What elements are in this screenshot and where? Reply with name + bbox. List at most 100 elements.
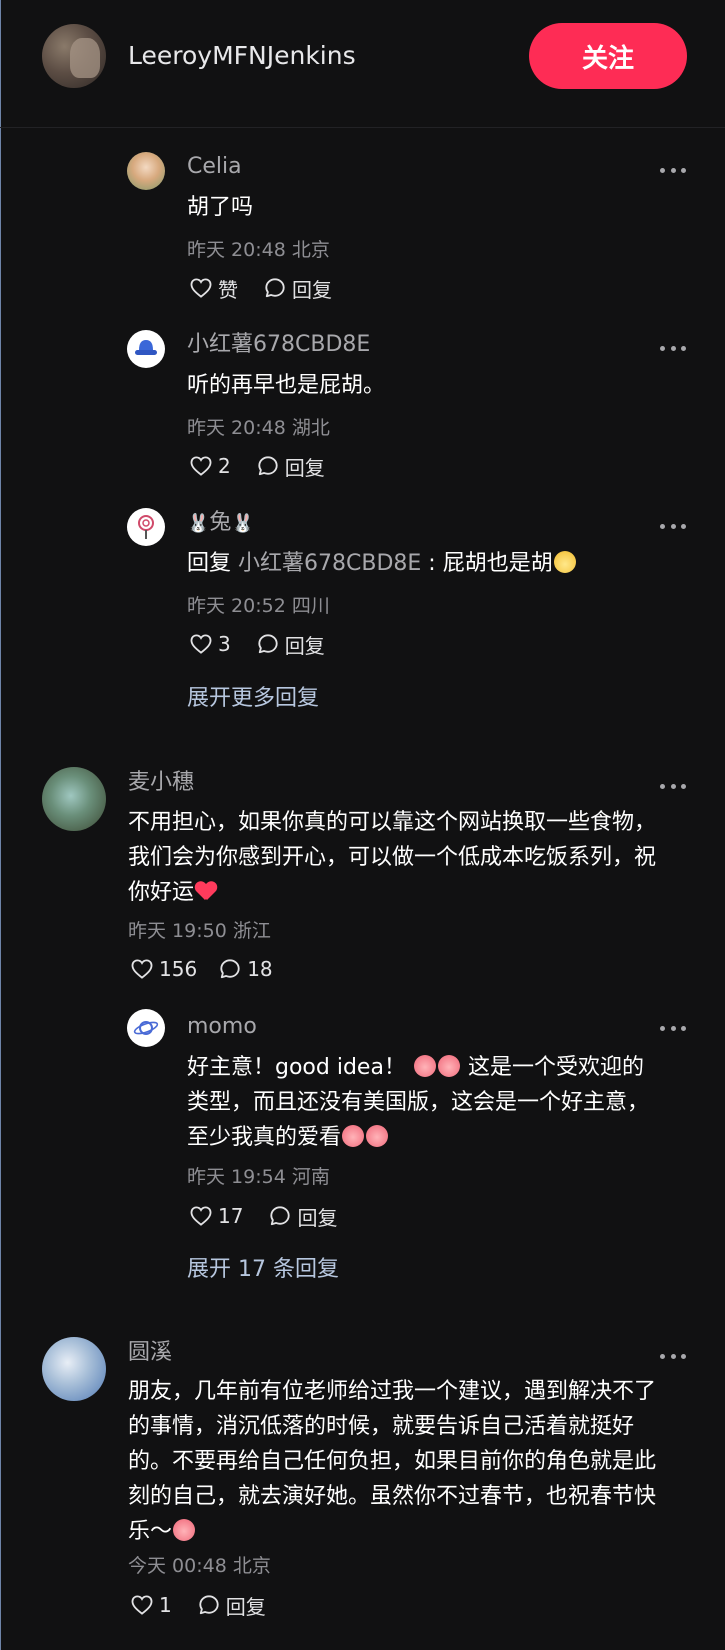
- reply-body: : 屁胡也是胡: [421, 551, 553, 576]
- commenter-name[interactable]: 麦小穗: [128, 768, 194, 798]
- comment-text-line: 乐～: [128, 1514, 656, 1549]
- comment-actions: 17 回复: [190, 1201, 363, 1231]
- comment-timestamp-location: 昨天 20:48 湖北: [187, 417, 330, 439]
- comment-text: 朋友，几年前有位老师给过我一个建议，遇到解决不了 的事情，消沉低落的时候，就要告…: [128, 1374, 656, 1549]
- commenter-name[interactable]: 小红薯678CBD8E: [187, 330, 370, 360]
- comment-text: 不用担心，如果你真的可以靠这个网站换取一些食物， 我们会为你感到开心，可以做一个…: [128, 805, 656, 910]
- like-button[interactable]: 17: [190, 1204, 243, 1228]
- like-label: 赞: [218, 277, 238, 302]
- reply-label: 回复: [292, 277, 332, 302]
- like-count: 17: [218, 1204, 244, 1228]
- like-button[interactable]: 3: [190, 632, 231, 656]
- like-button[interactable]: 2: [190, 454, 231, 478]
- comment-text-line: 不用担心，如果你真的可以靠这个网站换取一些食物，: [128, 810, 657, 835]
- bunny-icon: 🐰: [231, 513, 254, 534]
- commenter-avatar[interactable]: [127, 508, 165, 546]
- comment-actions: 1 回复: [131, 1590, 292, 1620]
- reply-button[interactable]: 回复: [257, 630, 325, 659]
- heart-icon: [190, 278, 212, 298]
- reply-prefix: 回复: [187, 551, 232, 576]
- pig-emoji-icon: [437, 1055, 460, 1077]
- lollipop-icon: [138, 515, 154, 539]
- heart-emoji-icon: [195, 882, 217, 902]
- like-count: 156: [159, 957, 198, 981]
- comment-text-line: 你好运: [128, 875, 656, 910]
- comment-timestamp-location: 今天 00:48 北京: [128, 1555, 271, 1577]
- comment-bubble-icon: [220, 959, 240, 979]
- more-options-icon[interactable]: [660, 776, 686, 796]
- commenter-name[interactable]: 🐰兔🐰: [187, 508, 254, 539]
- commenter-avatar[interactable]: [42, 1337, 106, 1401]
- comment-actions: 156 18: [131, 954, 299, 984]
- comment-bubble-icon: [258, 456, 278, 476]
- reply-target-username[interactable]: 小红薯678CBD8E: [238, 551, 421, 576]
- comment-text-line: 我们会为你感到开心，可以做一个低成本吃饭系列，祝: [128, 845, 657, 870]
- comment-text-line: 类型，而且还没有美国版，这会是一个好主意，: [187, 1090, 650, 1115]
- reply-button[interactable]: 回复: [269, 1202, 337, 1231]
- comment-timestamp-location: 昨天 20:48 北京: [187, 239, 330, 261]
- follow-button[interactable]: 关注: [529, 23, 687, 89]
- commenter-name[interactable]: Celia: [187, 152, 242, 182]
- commenter-name[interactable]: momo: [187, 1012, 257, 1042]
- planet-icon: [133, 1021, 159, 1035]
- pig-emoji-icon: [342, 1125, 365, 1147]
- heart-icon: [190, 1206, 212, 1226]
- expand-more-replies-link[interactable]: 展开更多回复: [187, 684, 319, 714]
- comment-text-line: 好主意！good idea！ 这是一个受欢迎的: [187, 1055, 644, 1080]
- commenter-name[interactable]: 圆溪: [128, 1338, 172, 1368]
- commenter-avatar[interactable]: [127, 152, 165, 190]
- like-button[interactable]: 赞: [190, 274, 238, 303]
- reply-button[interactable]: 回复: [257, 452, 325, 481]
- reply-button[interactable]: 回复: [264, 274, 332, 303]
- comment-actions: 赞 回复: [190, 273, 358, 303]
- like-button[interactable]: 1: [131, 1593, 172, 1617]
- like-button[interactable]: 156: [131, 957, 197, 981]
- like-count: 2: [218, 454, 231, 478]
- comment-timestamp-location: 昨天 19:54 河南: [187, 1166, 330, 1188]
- reply-label: 回复: [225, 1594, 266, 1619]
- comment-text-line: 至少我真的爱看: [187, 1120, 649, 1155]
- reply-label: 回复: [297, 1205, 338, 1230]
- reply-label: 回复: [284, 455, 325, 480]
- pig-emoji-icon: [413, 1055, 436, 1077]
- reply-label: 回复: [284, 633, 325, 658]
- author-avatar[interactable]: [42, 24, 106, 88]
- comment-timestamp-location: 昨天 19:50 浙江: [128, 920, 271, 942]
- commenter-avatar[interactable]: [42, 767, 106, 831]
- like-count: 3: [218, 632, 231, 656]
- heart-icon: [131, 1595, 153, 1615]
- like-count: 1: [159, 1593, 172, 1617]
- bunny-icon: 🐰: [187, 513, 210, 534]
- page-left-border: [0, 0, 1, 1650]
- expand-replies-link[interactable]: 展开 17 条回复: [187, 1255, 339, 1285]
- pig-emoji-icon: [366, 1125, 389, 1147]
- reply-count: 18: [247, 957, 273, 981]
- more-options-icon[interactable]: [660, 160, 686, 180]
- commenter-avatar[interactable]: [127, 1009, 165, 1047]
- heart-icon: [190, 456, 212, 476]
- post-header: LeeroyMFNJenkins 关注: [0, 0, 725, 128]
- more-options-icon[interactable]: [660, 1018, 686, 1038]
- comment-text: 胡了吗: [187, 195, 254, 220]
- pig-emoji-icon: [173, 1519, 196, 1541]
- commenter-avatar[interactable]: [127, 330, 165, 368]
- reply-button[interactable]: 回复: [198, 1591, 266, 1620]
- bucket-hat-icon: [135, 340, 157, 355]
- reply-button[interactable]: 18: [219, 957, 273, 981]
- comment-bubble-icon: [199, 1595, 219, 1615]
- comment-actions: 3 回复: [190, 629, 351, 659]
- comment-text-line: 的事情，消沉低落的时候，就要告诉自己活着就挺好: [128, 1414, 635, 1439]
- more-options-icon[interactable]: [660, 1346, 686, 1366]
- comment-bubble-icon: [265, 278, 285, 298]
- heart-icon: [190, 634, 212, 654]
- more-options-icon[interactable]: [660, 516, 686, 536]
- comment-text: 听的再早也是屁胡。: [187, 373, 386, 398]
- comment-text: 回复 小红薯678CBD8E : 屁胡也是胡: [187, 546, 577, 581]
- comment-timestamp-location: 昨天 20:52 四川: [187, 595, 330, 617]
- more-options-icon[interactable]: [660, 338, 686, 358]
- author-username[interactable]: LeeroyMFNJenkins: [128, 40, 356, 72]
- heart-icon: [131, 959, 153, 979]
- comment-text: 好主意！good idea！ 这是一个受欢迎的 类型，而且还没有美国版，这会是一…: [187, 1050, 649, 1155]
- comment-text-line: 的。不要再给自己任何负担，如果目前你的角色就是此: [128, 1449, 657, 1474]
- comment-bubble-icon: [258, 634, 278, 654]
